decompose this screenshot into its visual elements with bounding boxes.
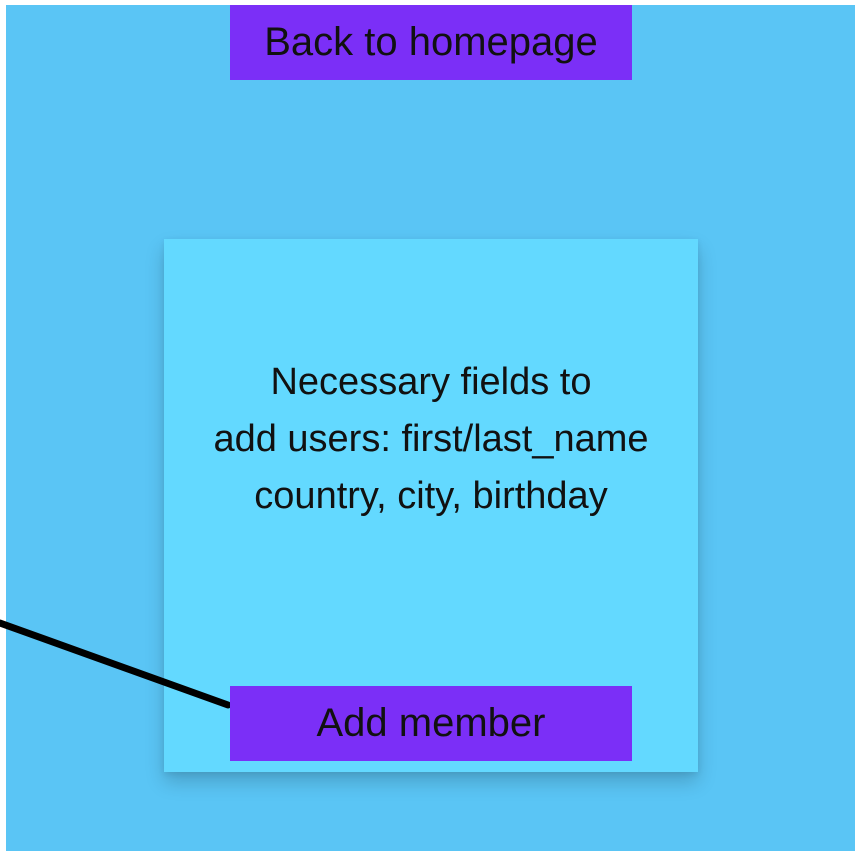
back-to-homepage-button[interactable]: Back to homepage [230, 5, 632, 80]
card-line: country, city, birthday [254, 475, 608, 517]
card-line: Necessary fields to [270, 361, 592, 403]
card-line: add users: first/last_name [213, 418, 649, 460]
add-member-button[interactable]: Add member [230, 686, 632, 761]
card-description: Necessary fields to add users: first/las… [164, 354, 698, 525]
